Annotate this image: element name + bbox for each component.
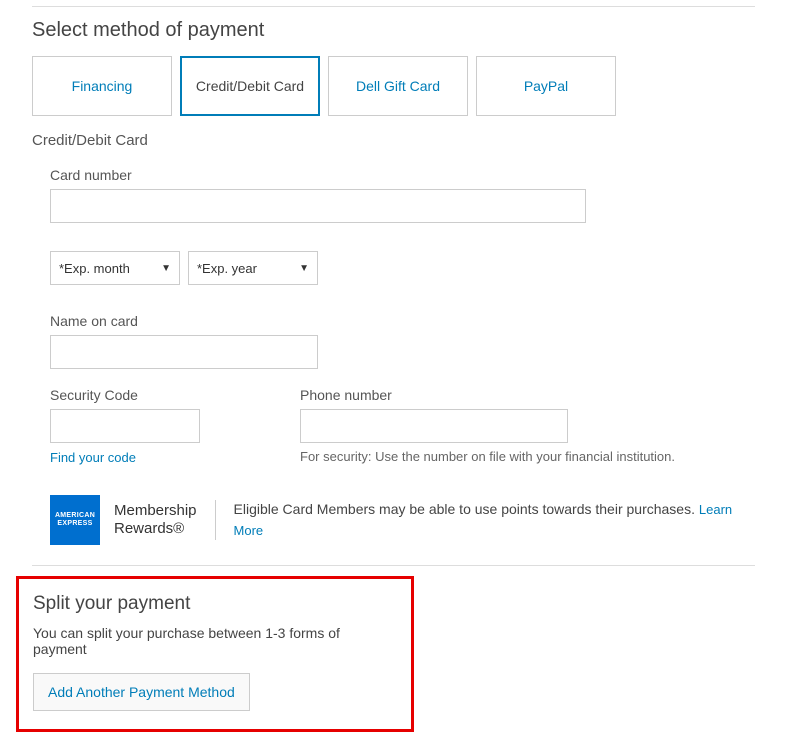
amex-brand-line2: Rewards® xyxy=(114,520,184,537)
tab-paypal[interactable]: PayPal xyxy=(476,56,616,116)
chevron-down-icon: ▼ xyxy=(161,263,171,274)
select-placeholder: *Exp. month xyxy=(59,261,130,276)
select-placeholder: *Exp. year xyxy=(197,261,257,276)
tab-gift-card[interactable]: Dell Gift Card xyxy=(328,56,468,116)
card-number-label: Card number xyxy=(50,167,755,183)
top-divider xyxy=(32,6,755,7)
page-title: Select method of payment xyxy=(32,19,755,42)
tab-label: PayPal xyxy=(524,78,568,94)
split-payment-title: Split your payment xyxy=(33,593,397,615)
tab-label: Credit/Debit Card xyxy=(196,78,304,94)
amex-brand-text: Membership Rewards® xyxy=(114,502,197,538)
phone-number-input[interactable] xyxy=(300,409,568,443)
chevron-down-icon: ▼ xyxy=(299,263,309,274)
phone-number-label: Phone number xyxy=(300,387,675,403)
phone-hint: For security: Use the number on file wit… xyxy=(300,449,675,464)
subheader: Credit/Debit Card xyxy=(32,132,755,149)
amex-brand-line1: Membership xyxy=(114,502,197,519)
exp-month-select[interactable]: *Exp. month ▼ xyxy=(50,251,180,285)
amex-desc-text: Eligible Card Members may be able to use… xyxy=(234,501,699,517)
tab-financing[interactable]: Financing xyxy=(32,56,172,116)
vertical-divider xyxy=(215,500,216,540)
payment-tabs: Financing Credit/Debit Card Dell Gift Ca… xyxy=(32,56,755,116)
amex-logo-line1: AMERICAN xyxy=(55,512,95,520)
amex-description: Eligible Card Members may be able to use… xyxy=(234,499,755,541)
name-on-card-input[interactable] xyxy=(50,335,318,369)
tab-label: Financing xyxy=(72,78,133,94)
split-payment-section: Split your payment You can split your pu… xyxy=(16,576,414,732)
exp-year-select[interactable]: *Exp. year ▼ xyxy=(188,251,318,285)
amex-logo-line2: EXPRESS xyxy=(57,520,92,528)
add-another-payment-button[interactable]: Add Another Payment Method xyxy=(33,673,250,711)
security-code-label: Security Code xyxy=(50,387,200,403)
tab-credit-debit[interactable]: Credit/Debit Card xyxy=(180,56,320,116)
card-number-input[interactable] xyxy=(50,189,586,223)
find-your-code-link[interactable]: Find your code xyxy=(50,450,136,465)
amex-logo-icon: AMERICAN EXPRESS xyxy=(50,495,100,545)
name-on-card-label: Name on card xyxy=(50,313,755,329)
security-code-input[interactable] xyxy=(50,409,200,443)
split-payment-desc: You can split your purchase between 1-3 … xyxy=(33,625,397,657)
tab-label: Dell Gift Card xyxy=(356,78,440,94)
mid-divider xyxy=(32,565,755,566)
